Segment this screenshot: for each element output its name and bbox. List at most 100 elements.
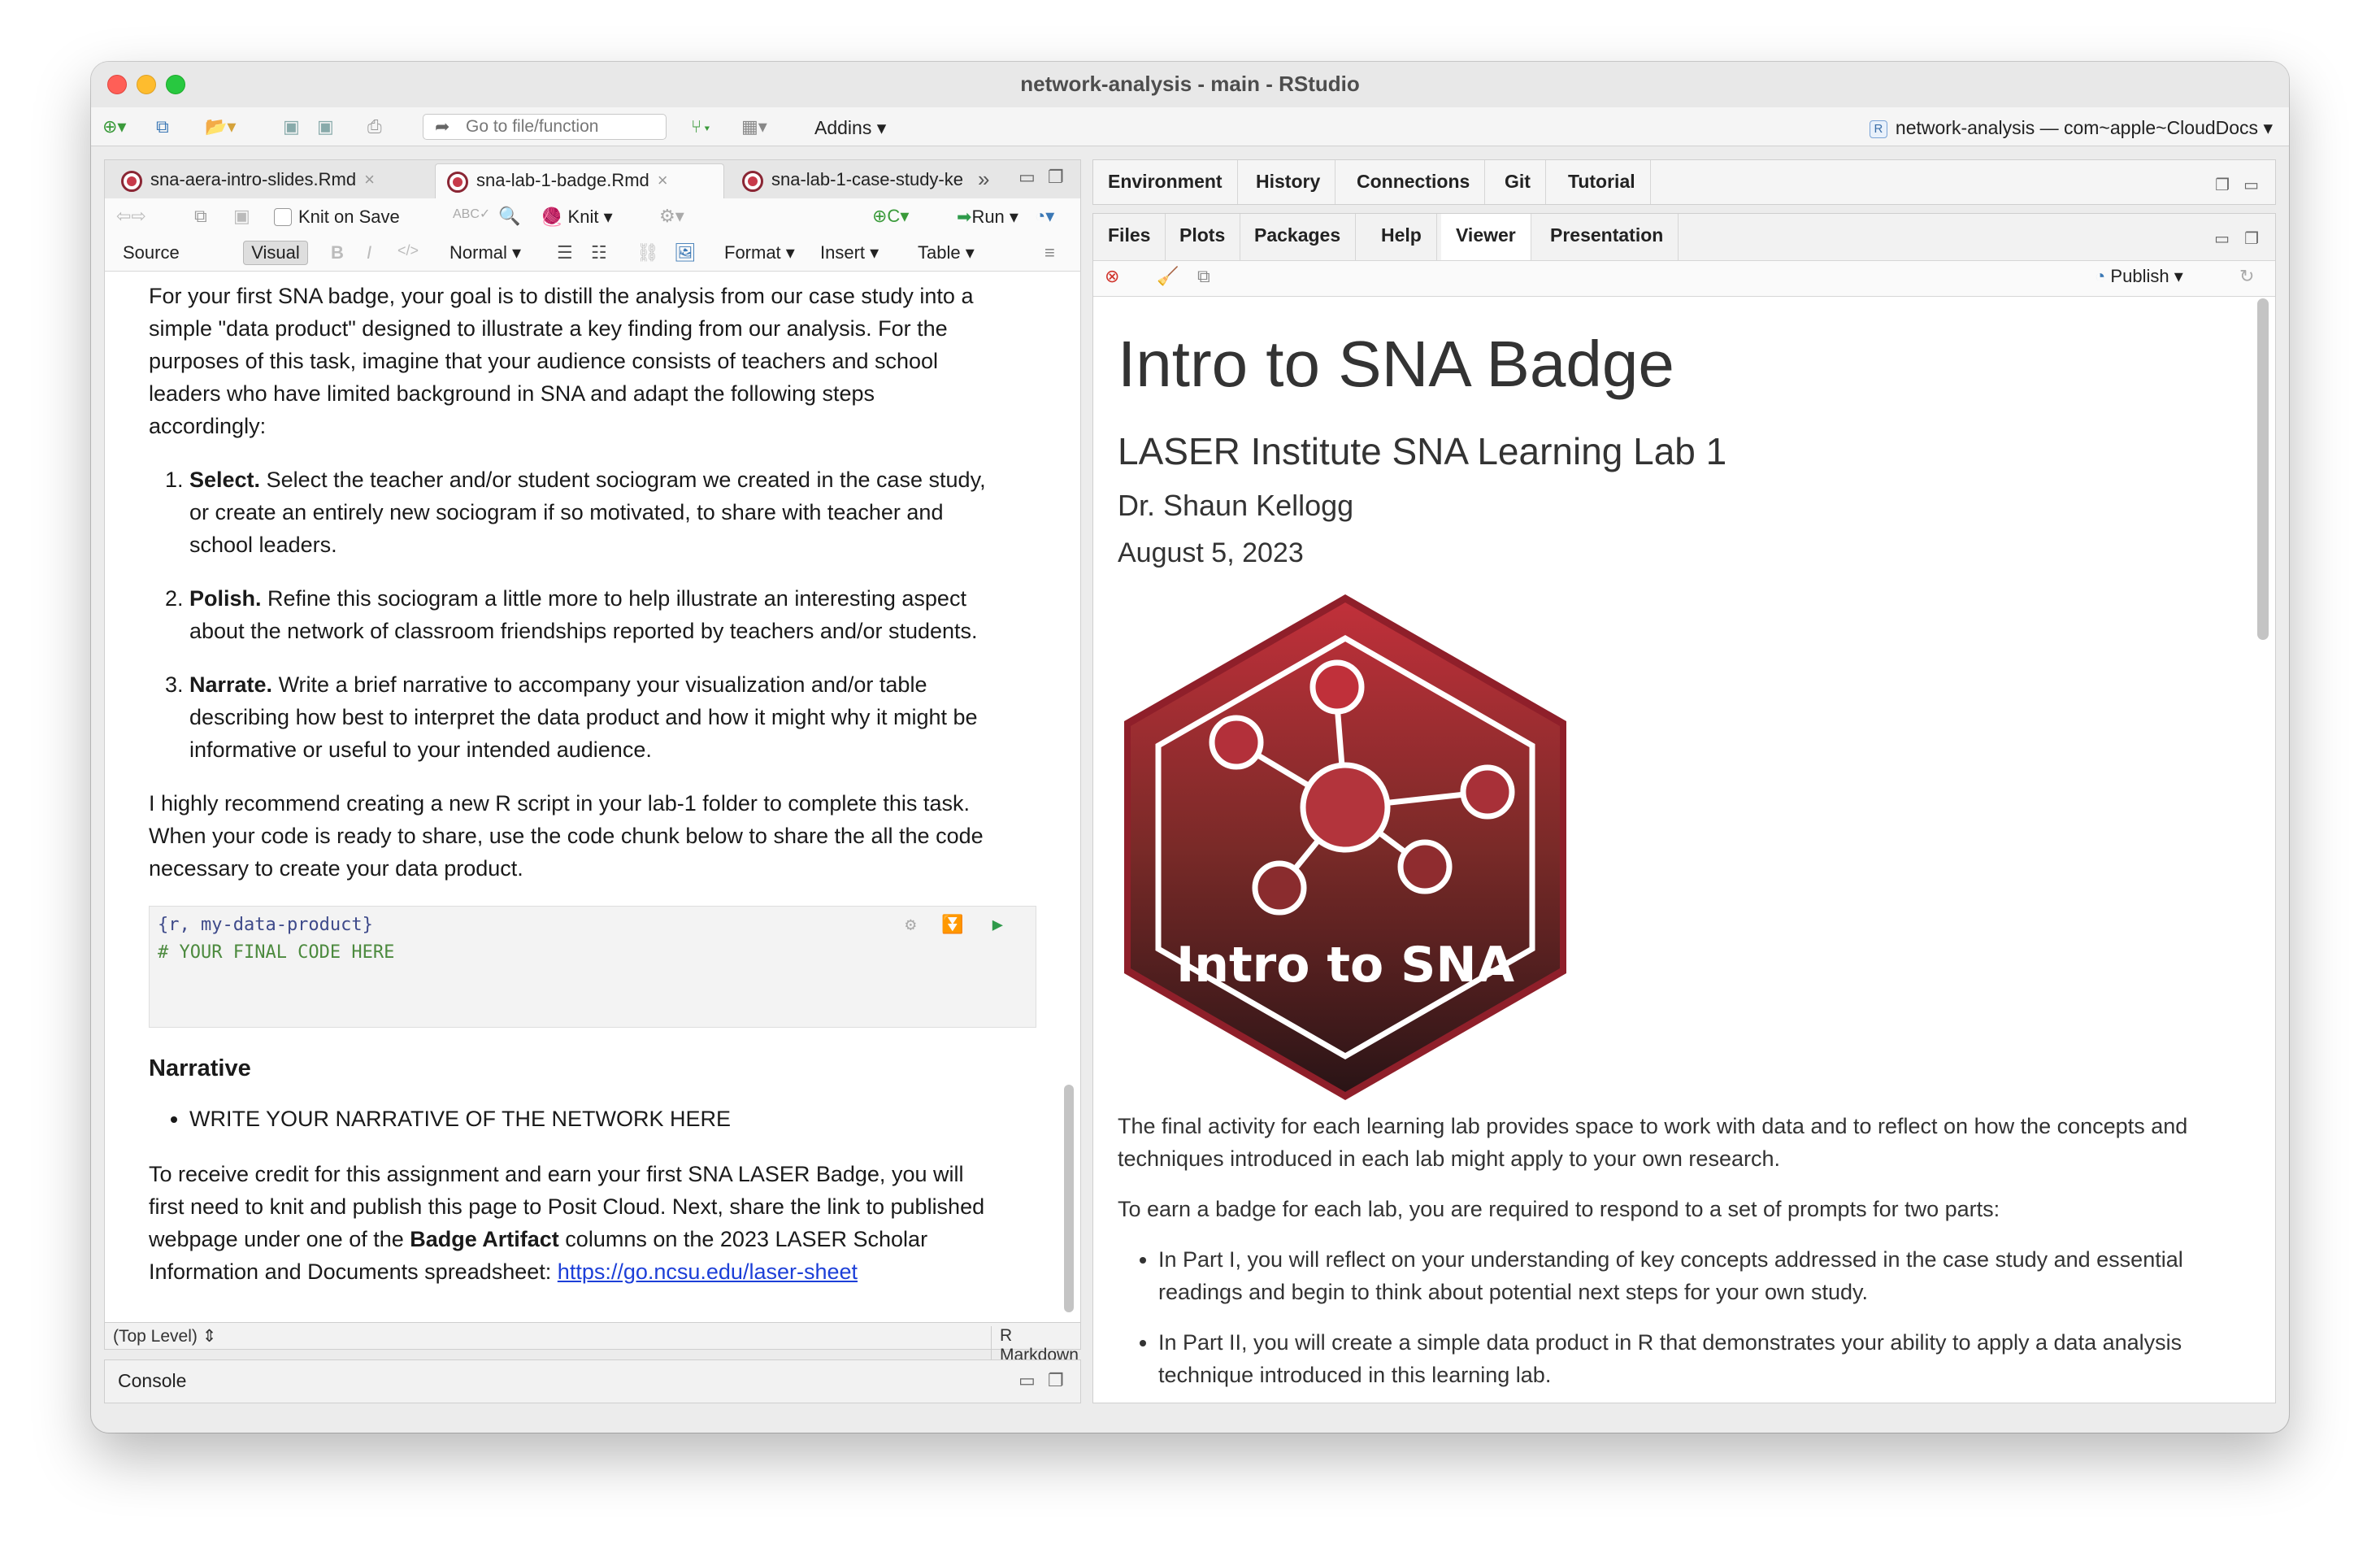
addins-menu[interactable]: Addins ▾ — [814, 117, 886, 139]
env-maximize-icon[interactable]: ▭ — [2243, 175, 2259, 195]
new-project-icon[interactable]: ⧉ — [156, 115, 169, 138]
title-bar: network-analysis - main - RStudio — [91, 62, 2289, 107]
format-menu[interactable]: Format ▾ — [724, 242, 795, 263]
checkbox-box — [274, 208, 292, 226]
more-tabs-icon[interactable]: » — [978, 167, 989, 192]
step-title: Polish. — [189, 586, 262, 611]
laser-sheet-link[interactable]: https://go.ncsu.edu/laser-sheet — [558, 1259, 858, 1284]
goto-arrow-icon: ➦ — [435, 116, 450, 137]
console-maximize-icon[interactable]: ❐ — [1048, 1370, 1064, 1391]
run-previous-chunks-icon[interactable]: ⏬ — [941, 915, 963, 935]
code-chunk[interactable]: {r, my-data-product} # YOUR FINAL CODE H… — [149, 906, 1036, 1028]
tab-viewer[interactable]: Viewer — [1441, 214, 1531, 260]
publish-button[interactable]: ◔ Publish ▾ — [2095, 266, 2183, 287]
run-button[interactable]: ➡Run ▾ — [957, 207, 1018, 228]
save-all-icon[interactable]: ▣ — [317, 115, 334, 138]
clear-viewer-icon[interactable]: 🧹 — [1157, 266, 1179, 287]
print-icon[interactable]: ⎙ — [367, 115, 382, 138]
chunk-settings-icon[interactable]: ⚙ — [906, 915, 916, 935]
viewer-maximize-icon[interactable]: ❐ — [2244, 228, 2259, 249]
narrative-heading: Narrative — [149, 1055, 251, 1081]
stop-icon[interactable]: ⊗ — [1105, 266, 1119, 287]
outline-level-dropdown[interactable]: (Top Level) ⇕ — [113, 1326, 216, 1346]
find-icon[interactable]: 🔍 — [498, 206, 520, 227]
code-icon[interactable]: </> — [397, 242, 419, 259]
visual-mode-button[interactable]: Visual — [243, 241, 308, 265]
numbered-list-icon[interactable]: ☷ — [591, 242, 607, 263]
vcs-icon[interactable]: ⑂▾ — [691, 115, 712, 138]
table-menu[interactable]: Table ▾ — [918, 242, 975, 263]
knit-button[interactable]: 🧶 Knit ▾ — [541, 207, 613, 228]
tab-sna-aera-intro-slides[interactable]: sna-aera-intro-slides.Rmd × — [110, 163, 427, 199]
editor-statusbar: (Top Level) ⇕ R Markdown ⇕ — [104, 1322, 1081, 1386]
viewer-minimize-icon[interactable]: ▭ — [2214, 228, 2230, 249]
tab-history[interactable]: History — [1241, 160, 1336, 204]
source-tabstrip: sna-aera-intro-slides.Rmd × sna-lab-1-bad… — [104, 159, 1081, 199]
viewer-scrollbar[interactable] — [2257, 298, 2269, 640]
insert-menu[interactable]: Insert ▾ — [820, 242, 879, 263]
step-narrate: Narrate. Write a brief narrative to acco… — [189, 668, 994, 766]
chunk-actions: ⚙ ⏬ ▶ — [906, 911, 1003, 939]
refresh-icon[interactable]: ↻ — [2239, 266, 2254, 287]
publish-label: Publish — [2110, 266, 2169, 286]
tab-sna-lab-1-badge[interactable]: sna-lab-1-badge.Rmd × — [435, 163, 724, 199]
console-bar[interactable]: Console ▭ ❐ — [104, 1359, 1081, 1403]
back-icon[interactable]: ⇦⇨ — [116, 206, 146, 227]
publish-doc-icon[interactable]: ◔▾ — [1035, 206, 1054, 227]
pane-layout-icon[interactable]: ▦▾ — [741, 115, 767, 138]
environment-pane: Environment History Connections Git Tuto… — [1092, 159, 2276, 205]
spellcheck-icon[interactable]: ABC✓ — [453, 206, 490, 222]
rendered-document: Intro to SNA Badge LASER Institute SNA L… — [1118, 328, 2231, 1403]
bold-icon[interactable]: B — [331, 242, 344, 263]
minimize-pane-icon[interactable]: ▭ — [1018, 167, 1036, 188]
goto-placeholder: Go to file/function — [466, 117, 599, 136]
tab-help[interactable]: Help — [1366, 214, 1437, 260]
step-select: Select. Select the teacher and/or studen… — [189, 463, 994, 561]
tab-close-icon[interactable]: × — [658, 170, 668, 190]
env-restore-icon[interactable]: ❐ — [2215, 175, 2230, 195]
doc-author: Dr. Shaun Kellogg — [1118, 489, 1354, 522]
narrative-list: WRITE YOUR NARRATIVE OF THE NETWORK HERE — [149, 1103, 994, 1135]
open-file-icon[interactable]: 📂▾ — [205, 115, 236, 138]
goto-file-input[interactable]: ➦ Go to file/function — [423, 114, 667, 140]
style-dropdown[interactable]: Normal ▾ — [450, 242, 521, 263]
link-icon[interactable]: ⛓ — [636, 242, 659, 263]
tab-label: sna-lab-1-case-study-ke — [771, 169, 963, 189]
tab-plots[interactable]: Plots — [1165, 214, 1241, 260]
show-in-window-icon[interactable]: ⧉ — [1197, 266, 1210, 287]
new-file-icon[interactable]: ⊕▾ — [102, 115, 126, 138]
tab-tutorial[interactable]: Tutorial — [1553, 160, 1651, 204]
editor-scrollbar[interactable] — [1064, 1085, 1074, 1312]
knit-on-save-label: Knit on Save — [298, 207, 400, 227]
project-label: network-analysis — com~apple~CloudDocs — [1895, 117, 2259, 138]
insert-chunk-icon[interactable]: ⊕C▾ — [872, 206, 909, 227]
italic-icon[interactable]: I — [367, 242, 371, 263]
tab-git[interactable]: Git — [1490, 160, 1546, 204]
run-chunk-icon[interactable]: ▶ — [992, 915, 1003, 935]
settings-gear-icon[interactable]: ⚙▾ — [659, 206, 684, 227]
show-in-window-icon[interactable]: ⧉ — [194, 206, 207, 227]
source-mode-button[interactable]: Source — [123, 242, 180, 263]
console-minimize-icon[interactable]: ▭ — [1018, 1370, 1036, 1391]
image-icon[interactable]: 🖼 — [674, 242, 697, 263]
save-doc-icon[interactable]: ▣ — [233, 206, 250, 227]
narrative-item: WRITE YOUR NARRATIVE OF THE NETWORK HERE — [189, 1103, 994, 1135]
tab-presentation[interactable]: Presentation — [1535, 214, 1679, 260]
save-icon[interactable]: ▣ — [283, 115, 300, 138]
outline-icon[interactable]: ≡ — [1045, 242, 1055, 263]
step-title: Narrate. — [189, 672, 273, 697]
visual-editor[interactable]: For your first SNA badge, your goal is t… — [104, 272, 1081, 1322]
tab-close-icon[interactable]: × — [364, 169, 375, 189]
bullet-list-icon[interactable]: ☰ — [557, 242, 573, 263]
tab-packages[interactable]: Packages — [1240, 214, 1357, 260]
project-menu[interactable]: Rnetwork-analysis — com~apple~CloudDocs … — [1869, 117, 2273, 139]
viewer-pane: Files Plots Packages Help Viewer Present… — [1092, 213, 2276, 1403]
doc-title: Intro to SNA Badge — [1118, 328, 1674, 400]
tab-files[interactable]: Files — [1093, 214, 1166, 260]
tab-environment[interactable]: Environment — [1093, 160, 1238, 204]
knit-on-save-checkbox[interactable]: Knit on Save — [274, 207, 400, 228]
chunk-header: {r, my-data-product} — [158, 915, 373, 935]
maximize-pane-icon[interactable]: ❐ — [1048, 167, 1064, 188]
tab-sna-lab-1-case-study[interactable]: sna-lab-1-case-study-ke — [731, 163, 975, 199]
tab-connections[interactable]: Connections — [1342, 160, 1486, 204]
